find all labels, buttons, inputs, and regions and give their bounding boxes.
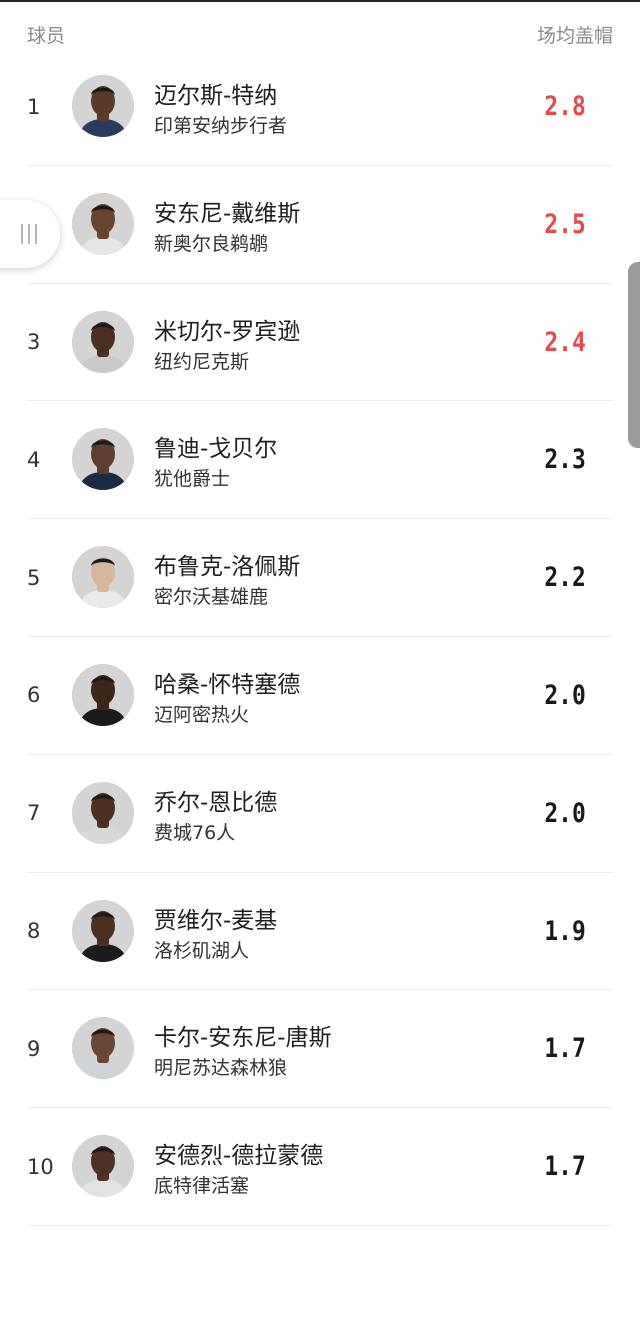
player-row[interactable]: 4 鲁迪-戈贝尔 犹他爵士 2.3: [27, 401, 613, 520]
player-avatar[interactable]: [72, 310, 134, 373]
player-row[interactable]: 3 米切尔-罗宾逊 纽约尼克斯 2.4: [27, 284, 613, 402]
top-divider: [0, 0, 640, 2]
team-name: 密尔沃基雄鹿: [154, 586, 269, 609]
player-row[interactable]: 10 安德烈-德拉蒙德 底特律活塞 1.7: [27, 1108, 613, 1226]
player-name[interactable]: 安德烈-德拉蒙德: [154, 1136, 323, 1170]
player-avatar[interactable]: [72, 663, 134, 726]
player-photo-icon: [72, 192, 134, 255]
player-row[interactable]: 9 卡尔-安东尼-唐斯 明尼苏达森林狼 1.7: [27, 990, 613, 1109]
player-avatar[interactable]: [72, 192, 134, 255]
rank-number: 9: [27, 1036, 41, 1061]
team-name: 印第安纳步行者: [154, 115, 288, 137]
team-name: 明尼苏达森林狼: [154, 1057, 288, 1080]
player-avatar[interactable]: [72, 1135, 134, 1198]
player-row[interactable]: 6 哈桑-怀特塞德 迈阿密热火 2.0: [27, 637, 613, 755]
player-ranking-list: 1 迈尔斯-特纳 印第安纳步行者 2.8 2 安东尼-戴维斯 新奥尔良: [27, 48, 613, 1226]
player-photo-icon: [72, 899, 134, 962]
rank-number: 4: [27, 447, 41, 472]
team-name: 纽约尼克斯: [154, 350, 250, 373]
player-avatar[interactable]: [72, 546, 134, 609]
blocks-per-game-value: 2.4: [544, 326, 586, 358]
player-name[interactable]: 鲁迪-戈贝尔: [154, 429, 277, 463]
player-photo-icon: [72, 663, 134, 726]
blocks-per-game-value: 1.9: [544, 915, 586, 947]
player-photo-icon: [72, 781, 134, 844]
player-photo-icon: [72, 75, 134, 137]
blocks-per-game-value: 2.8: [544, 91, 586, 122]
column-header-blocks-per-game[interactable]: 场均盖帽: [537, 21, 613, 48]
blocks-per-game-value: 2.5: [544, 208, 586, 240]
drag-handle-icon: [21, 224, 37, 244]
rank-number: 3: [27, 330, 41, 355]
team-name: 犹他爵士: [154, 468, 231, 491]
scrollbar-thumb[interactable]: [628, 262, 640, 448]
player-name[interactable]: 卡尔-安东尼-唐斯: [154, 1018, 332, 1052]
team-name: 迈阿密热火: [154, 703, 250, 726]
player-row[interactable]: 5 布鲁克-洛佩斯 密尔沃基雄鹿 2.2: [27, 519, 613, 637]
player-name[interactable]: 贾维尔-麦基: [154, 901, 277, 935]
player-avatar[interactable]: [72, 1017, 134, 1080]
player-avatar[interactable]: [72, 781, 134, 844]
team-name: 费城76人: [154, 821, 236, 844]
team-name: 新奥尔良鹈鹕: [154, 232, 269, 255]
player-avatar[interactable]: [72, 428, 134, 491]
player-name[interactable]: 迈尔斯-特纳: [154, 76, 277, 110]
rank-number: 1: [27, 94, 41, 119]
table-header: 球员 场均盖帽: [27, 20, 613, 48]
team-name: 洛杉矶湖人: [154, 939, 250, 962]
player-row[interactable]: 7 乔尔-恩比德 费城76人 2.0: [27, 755, 613, 873]
player-row[interactable]: 2 安东尼-戴维斯 新奥尔良鹈鹕 2.5: [27, 166, 613, 284]
player-photo-icon: [72, 428, 134, 491]
player-photo-icon: [72, 1017, 134, 1080]
player-name[interactable]: 哈桑-怀特塞德: [154, 665, 300, 699]
player-name[interactable]: 安东尼-戴维斯: [154, 194, 300, 228]
player-photo-icon: [72, 1135, 134, 1198]
blocks-per-game-value: 2.0: [544, 797, 586, 829]
rank-number: 8: [27, 919, 41, 944]
rank-number: 5: [27, 565, 41, 590]
player-row[interactable]: 1 迈尔斯-特纳 印第安纳步行者 2.8: [27, 48, 613, 166]
player-avatar[interactable]: [72, 75, 134, 137]
column-header-player: 球员: [27, 24, 66, 47]
rank-number: 6: [27, 683, 41, 708]
blocks-per-game-value: 2.2: [544, 562, 586, 594]
player-name[interactable]: 布鲁克-洛佩斯: [154, 547, 300, 581]
blocks-per-game-value: 2.3: [544, 444, 586, 476]
player-row[interactable]: 8 贾维尔-麦基 洛杉矶湖人 1.9: [27, 873, 613, 991]
player-photo-icon: [72, 310, 134, 373]
blocks-per-game-value: 1.7: [544, 1033, 586, 1065]
blocks-per-game-value: 1.7: [544, 1151, 586, 1183]
team-name: 底特律活塞: [154, 1175, 250, 1198]
player-name[interactable]: 米切尔-罗宾逊: [154, 312, 300, 346]
rank-number: 10: [27, 1154, 54, 1179]
player-name[interactable]: 乔尔-恩比德: [154, 783, 277, 817]
player-avatar[interactable]: [72, 899, 134, 962]
rank-number: 7: [27, 801, 41, 826]
blocks-per-game-value: 2.0: [544, 679, 586, 711]
player-photo-icon: [72, 546, 134, 609]
